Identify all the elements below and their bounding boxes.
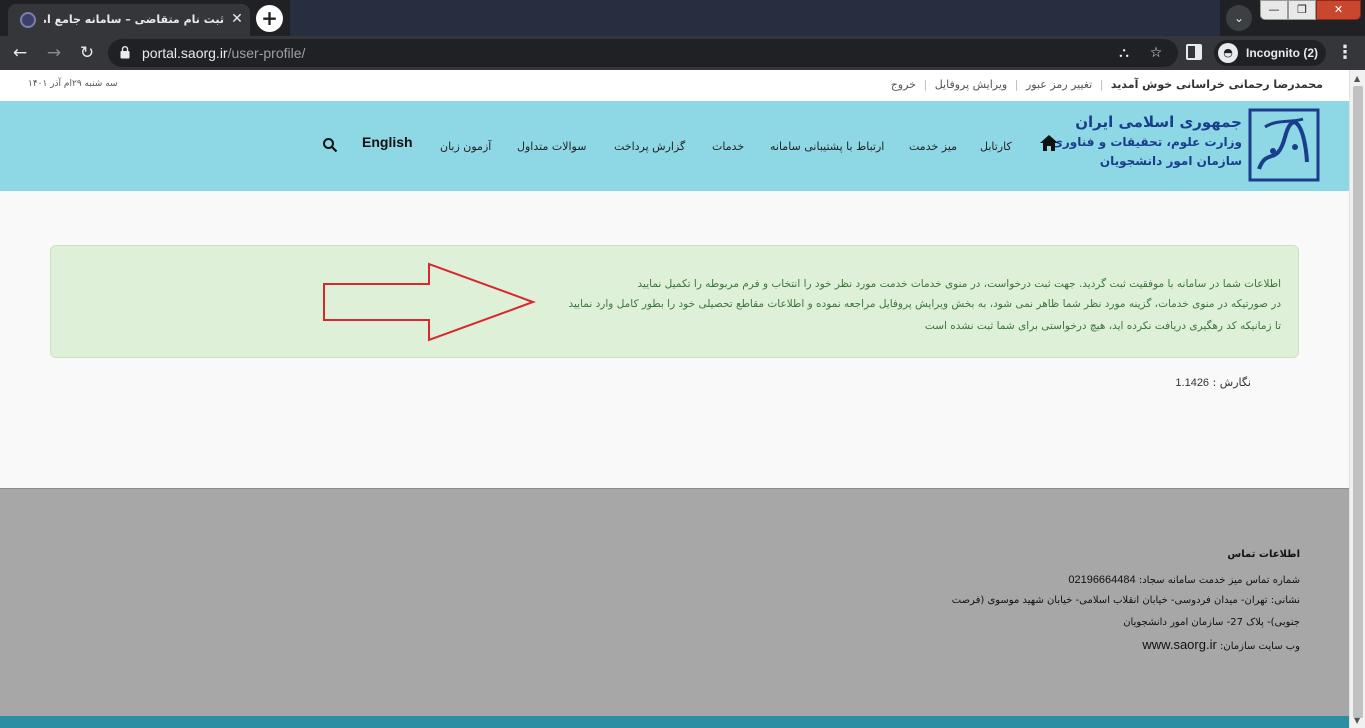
- logo-title-line2: وزارت علوم، تحقیقات و فناوری: [1051, 135, 1242, 149]
- phone-number: 02196664484: [1068, 574, 1136, 586]
- nav-item-services[interactable]: خدمات: [712, 140, 744, 153]
- red-arrow-annotation-icon: [323, 262, 536, 342]
- user-topbar: محمدرضا رحمانی خراسانی خوش آمدید | تغییر…: [0, 70, 1349, 101]
- tabstrip-background: [290, 0, 1220, 36]
- scroll-thumb[interactable]: [1353, 86, 1363, 718]
- logo-title-line3: سازمان امور دانشجویان: [1099, 154, 1242, 168]
- incognito-label: Incognito (2): [1246, 46, 1318, 60]
- phone-label: شماره تماس میز خدمت سامانه سجاد:: [1138, 575, 1300, 586]
- star-icon[interactable]: ☆: [1146, 43, 1166, 63]
- tab-search-icon[interactable]: ⌄: [1226, 5, 1252, 31]
- welcome-text: محمدرضا رحمانی خراسانی خوش آمدید: [1110, 78, 1323, 91]
- site-footer: اطلاعات تماس شماره تماس میز خدمت سامانه …: [0, 488, 1349, 716]
- url-text: portal.saorg.ir/user-profile/: [142, 44, 305, 62]
- window-close-button[interactable]: ✕: [1316, 0, 1361, 20]
- separator: |: [1014, 78, 1019, 91]
- incognito-icon: ◓: [1218, 43, 1238, 63]
- version-text: نگارش : 1.1426: [1175, 376, 1251, 389]
- nav-item-support[interactable]: ارتباط با پشتیبانی سامانه: [770, 140, 884, 153]
- nav-item-language-test[interactable]: آزمون زبان: [440, 140, 491, 153]
- window-maximize-button[interactable]: ❐: [1288, 0, 1316, 20]
- site-header: جمهوری اسلامی ایران وزارت علوم، تحقیقات …: [0, 101, 1349, 191]
- tab-title: ثبت نام متقاضی – سامانه جامع امور دانشجو: [44, 13, 224, 26]
- separator: |: [1099, 78, 1104, 91]
- reload-icon[interactable]: ↻: [75, 41, 99, 65]
- version-label: نگارش :: [1212, 376, 1251, 389]
- footer-title: اطلاعات تماس: [1227, 549, 1300, 560]
- tab-close-icon[interactable]: ✕: [228, 10, 246, 28]
- browser-toolbar: ← → ↻ portal.saorg.ir/user-profile/ ⛬ ☆ …: [0, 36, 1365, 70]
- nav-item-english[interactable]: English: [362, 134, 413, 150]
- saorg-logo-emblem-icon[interactable]: [1247, 107, 1321, 183]
- side-panel-icon[interactable]: [1186, 44, 1202, 60]
- logout-link[interactable]: خروج: [891, 78, 916, 91]
- success-alert: اطلاعات شما در سامانه با موفقیت ثبت گردی…: [50, 245, 1299, 358]
- page-scrollbar[interactable]: ▲ ▼: [1349, 70, 1365, 728]
- current-date: سه شنبه ۲۹ام آذر ۱۴۰۱: [28, 79, 118, 89]
- footer-address-line1: نشانی: تهران- میدان فردوسی- خیابان انقلا…: [951, 595, 1300, 606]
- new-tab-button[interactable]: +: [256, 5, 283, 32]
- url-path: /user-profile/: [227, 45, 306, 61]
- url-host: portal.saorg.ir: [142, 45, 228, 61]
- scroll-down-icon[interactable]: ▼: [1354, 716, 1360, 725]
- forward-arrow-icon[interactable]: →: [42, 41, 66, 65]
- translate-icon[interactable]: ⛬: [1114, 43, 1134, 63]
- nav-item-service-desk[interactable]: میز خدمت: [909, 140, 957, 153]
- footer-website: وب سایت سازمان: www.saorg.ir: [1142, 637, 1300, 652]
- website-label: وب سایت سازمان:: [1220, 641, 1300, 652]
- separator: |: [923, 78, 928, 91]
- nav-item-payment-report[interactable]: گزارش پرداخت: [614, 140, 685, 153]
- logo-title-line1: جمهوری اسلامی ایران: [1075, 113, 1242, 131]
- browser-tab-active[interactable]: ثبت نام متقاضی – سامانه جامع امور دانشجو…: [8, 4, 250, 36]
- browser-menu-icon[interactable]: ⋮: [1336, 41, 1354, 65]
- page-viewport: محمدرضا رحمانی خراسانی خوش آمدید | تغییر…: [0, 70, 1349, 728]
- version-number: 1.1426: [1175, 377, 1210, 389]
- nav-item-faq[interactable]: سوالات متداول: [517, 140, 586, 153]
- home-icon[interactable]: [1040, 135, 1058, 151]
- nav-item-kartabl[interactable]: کارتابل: [980, 140, 1012, 153]
- alert-line: در صورتیکه در منوی خدمات، گزینه مورد نظر…: [568, 298, 1282, 310]
- scroll-up-icon[interactable]: ▲: [1354, 74, 1360, 83]
- incognito-badge[interactable]: ◓ Incognito (2): [1214, 40, 1326, 66]
- site-favicon-icon: [20, 12, 36, 28]
- user-links: محمدرضا رحمانی خراسانی خوش آمدید | تغییر…: [891, 78, 1323, 91]
- footer-address-line2: جنوبی)- پلاک 27- سازمان امور دانشجویان: [1123, 617, 1300, 628]
- alert-line: تا زمانیکه کد رهگیری دریافت نکرده اید، ه…: [924, 320, 1281, 332]
- browser-tabstrip: ثبت نام متقاضی – سامانه جامع امور دانشجو…: [0, 0, 1365, 36]
- address-bar[interactable]: portal.saorg.ir/user-profile/ ⛬ ☆: [108, 39, 1178, 67]
- window-minimize-button[interactable]: —: [1260, 0, 1288, 20]
- lock-icon: [120, 46, 130, 59]
- alert-line: اطلاعات شما در سامانه با موفقیت ثبت گردی…: [637, 278, 1281, 290]
- edit-profile-link[interactable]: ویرایش پروفایل: [935, 78, 1008, 91]
- bottom-strip: [0, 716, 1349, 728]
- website-link[interactable]: www.saorg.ir: [1142, 637, 1216, 652]
- footer-phone: شماره تماس میز خدمت سامانه سجاد: 0219666…: [1068, 574, 1300, 586]
- search-icon[interactable]: [322, 137, 338, 153]
- change-password-link[interactable]: تغییر رمز عبور: [1026, 78, 1092, 91]
- back-arrow-icon[interactable]: ←: [8, 41, 32, 65]
